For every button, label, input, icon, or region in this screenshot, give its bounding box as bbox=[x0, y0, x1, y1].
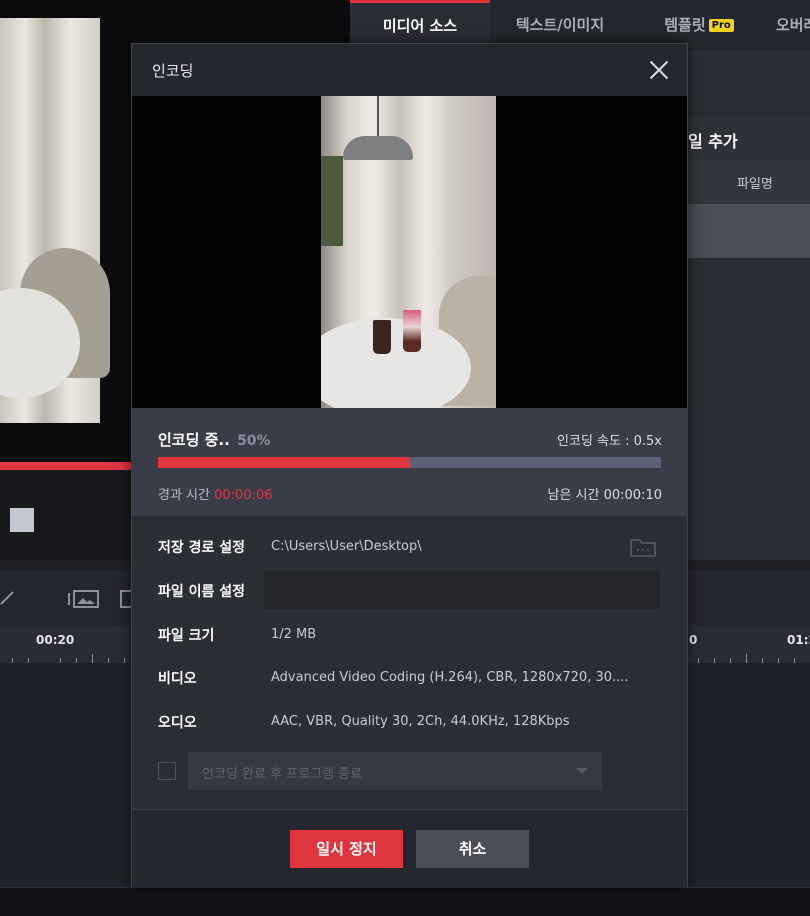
pause-button[interactable]: 일시 정지 bbox=[290, 830, 403, 868]
ruler-label: 01:2 bbox=[787, 633, 810, 647]
video-label: 비디오 bbox=[158, 671, 197, 687]
ruler-label: 00:20 bbox=[36, 633, 75, 647]
elapsed-time: 경과 시간 00:00:06 bbox=[158, 484, 273, 503]
file-list-header: 파일명 bbox=[685, 160, 810, 204]
encoding-status: 인코딩 중.. 50% 인코딩 속도 : 0.5x 경과 시간 00:00:06… bbox=[132, 408, 687, 516]
exit-after-encode-checkbox[interactable] bbox=[158, 762, 176, 780]
preview-video-frame bbox=[0, 18, 110, 423]
audio-value: AAC, VBR, Quality 30, 2Ch, 44.0KHz, 128K… bbox=[271, 714, 570, 729]
status-label: 인코딩 중.. bbox=[158, 431, 230, 449]
edit-icon[interactable] bbox=[0, 588, 18, 608]
remaining-time: 남은 시간 00:00:10 bbox=[547, 488, 663, 503]
encoding-status-text: 인코딩 중.. 50% bbox=[158, 429, 271, 450]
dialog-title: 인코딩 bbox=[152, 62, 194, 80]
stop-button[interactable] bbox=[10, 508, 34, 532]
ruler-label: 0 bbox=[689, 633, 698, 647]
elapsed-label: 경과 시간 bbox=[158, 488, 210, 503]
audio-label: 오디오 bbox=[158, 715, 197, 731]
chevron-down-icon bbox=[576, 768, 588, 774]
video-frame-thumbnail bbox=[321, 96, 496, 408]
save-path-label: 저장 경로 설정 bbox=[158, 540, 246, 556]
video-value: Advanced Video Coding (H.264), CBR, 1280… bbox=[271, 670, 629, 685]
file-name-label: 파일 이름 설정 bbox=[158, 584, 246, 600]
tab-template-label: 템플릿 bbox=[664, 16, 706, 34]
elapsed-value: 00:00:06 bbox=[214, 488, 273, 503]
add-file-button[interactable]: 일 추가 bbox=[685, 118, 810, 160]
close-icon[interactable] bbox=[647, 58, 671, 82]
file-size-value: 1/2 MB bbox=[271, 627, 317, 642]
preview-seekbar[interactable] bbox=[0, 462, 135, 470]
video-preview bbox=[132, 96, 687, 408]
progress-fill bbox=[158, 457, 410, 468]
folder-icon[interactable] bbox=[629, 536, 657, 558]
save-path-value: C:\Users\User\Desktop\ bbox=[271, 539, 422, 554]
file-size-label: 파일 크기 bbox=[158, 628, 215, 644]
image-insert-icon[interactable] bbox=[66, 589, 100, 609]
pro-badge: Pro bbox=[708, 19, 734, 32]
dialog-title-bar: 인코딩 bbox=[132, 44, 687, 96]
encoding-speed: 인코딩 속도 : 0.5x bbox=[557, 434, 662, 449]
file-name-column: 파일명 bbox=[737, 177, 773, 192]
encoding-dialog: 인코딩 인코딩 중.. 50% 인코딩 속도 : 0.5x 경과 시간 00:0… bbox=[131, 43, 688, 887]
cancel-button[interactable]: 취소 bbox=[416, 830, 529, 868]
file-name-input[interactable] bbox=[264, 571, 660, 609]
clip-icon[interactable] bbox=[118, 589, 132, 609]
media-panel: 일 추가 파일명 bbox=[685, 50, 810, 570]
exit-option-dropdown[interactable]: 인코딩 완료 후 프로그램 종료 bbox=[188, 752, 602, 790]
status-bar bbox=[0, 888, 810, 916]
file-list-item[interactable] bbox=[685, 204, 810, 258]
exit-option-text: 인코딩 완료 후 프로그램 종료 bbox=[202, 767, 363, 782]
add-file-label: 일 추가 bbox=[688, 132, 738, 151]
progress-percent: 50% bbox=[237, 433, 271, 449]
tab-overlay[interactable]: 오버레 bbox=[768, 0, 810, 50]
dialog-footer: 일시 정지 취소 bbox=[132, 809, 687, 887]
progress-bar bbox=[158, 457, 661, 468]
